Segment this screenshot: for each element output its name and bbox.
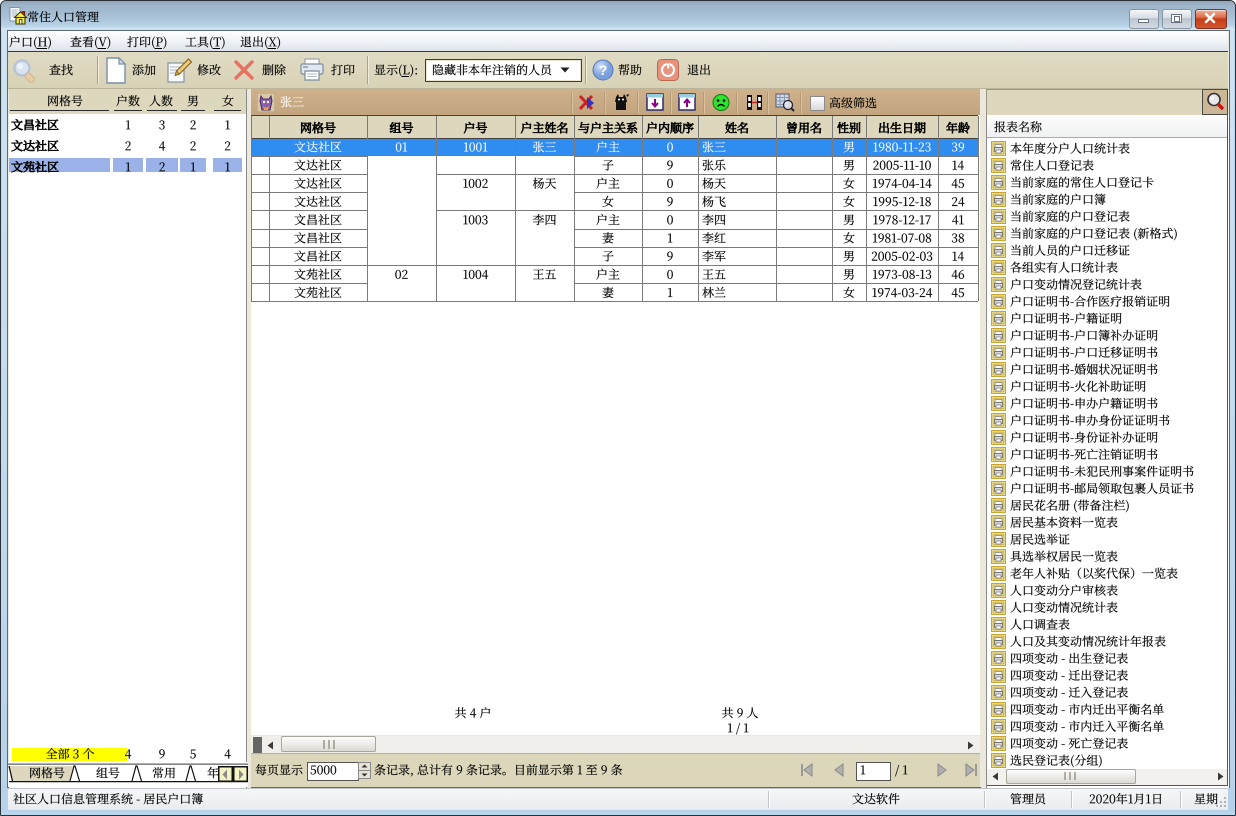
svg-text:?: ?	[599, 62, 608, 78]
